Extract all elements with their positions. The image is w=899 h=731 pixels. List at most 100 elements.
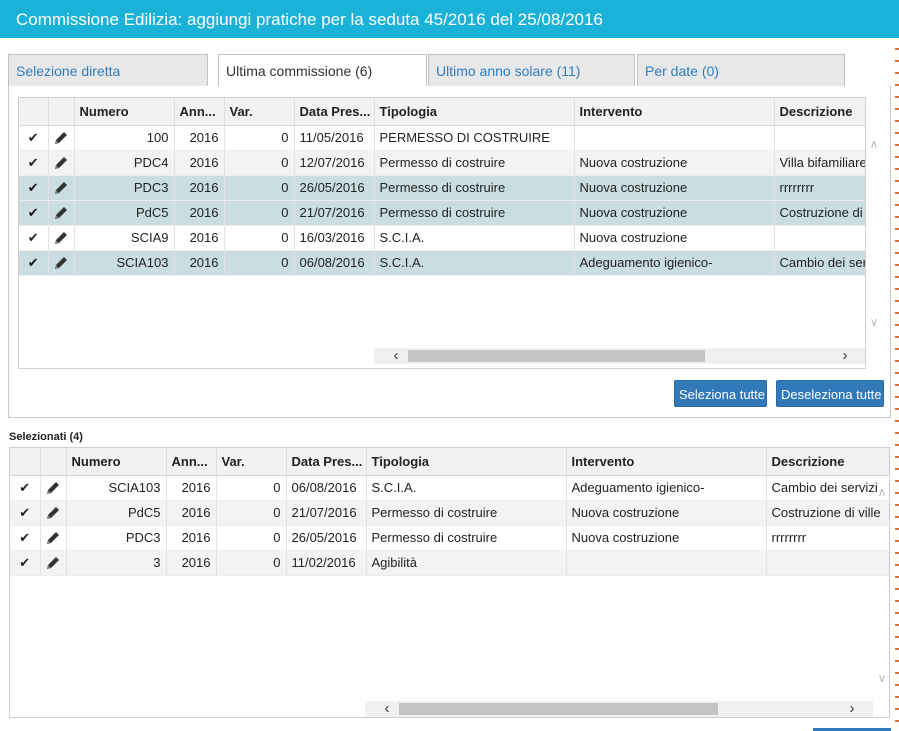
edit-column-header <box>48 98 75 126</box>
cell-descrizione: Costruzione di <box>774 200 865 226</box>
col-intervento[interactable]: Intervento <box>566 448 767 476</box>
deselect-all-button[interactable]: Deseleziona tutte <box>776 380 884 407</box>
check-icon[interactable]: ✔ <box>19 175 49 201</box>
pencil-icon[interactable] <box>40 550 67 576</box>
scroll-right-icon[interactable]: › <box>844 701 860 717</box>
pencil-icon[interactable] <box>40 525 67 551</box>
cell-var: 0 <box>224 250 295 276</box>
scroll-left-icon[interactable]: ‹ <box>388 348 404 364</box>
cell-numero: PDC3 <box>74 175 175 201</box>
cell-anno: 2016 <box>174 225 225 251</box>
table-row[interactable]: ✔ PdC5 2016 0 21/07/2016 Permesso di cos… <box>10 500 889 526</box>
scroll-thumb[interactable] <box>399 703 718 715</box>
scroll-up-icon[interactable]: ∧ <box>874 485 890 499</box>
cell-anno: 2016 <box>174 175 225 201</box>
tab-per-date[interactable]: Per date (0) <box>637 54 845 87</box>
cell-data: 11/05/2016 <box>294 125 375 151</box>
col-descrizione[interactable]: Descrizione <box>774 98 865 126</box>
col-anno[interactable]: Ann... <box>166 448 217 476</box>
pencil-icon[interactable] <box>40 500 67 526</box>
pencil-icon[interactable] <box>48 200 75 226</box>
check-icon[interactable]: ✔ <box>19 200 49 226</box>
cell-tipologia: S.C.I.A. <box>366 475 567 501</box>
cell-data: 21/07/2016 <box>294 200 375 226</box>
table-row[interactable]: ✔ 100 2016 0 11/05/2016 PERMESSO DI COST… <box>19 125 865 151</box>
table-row[interactable]: ✔ PDC4 2016 0 12/07/2016 Permesso di cos… <box>19 150 865 176</box>
cell-data: 12/07/2016 <box>294 150 375 176</box>
check-icon[interactable]: ✔ <box>19 125 49 151</box>
cell-numero: 100 <box>74 125 175 151</box>
col-numero[interactable]: Numero <box>66 448 167 476</box>
col-data[interactable]: Data Pres... <box>286 448 367 476</box>
cell-intervento: Nuova costruzione <box>574 200 775 226</box>
cell-var: 0 <box>216 475 287 501</box>
top-grid-vertical-scrollbar[interactable]: ∧ ∨ <box>866 125 882 345</box>
pencil-icon[interactable] <box>48 125 75 151</box>
select-column-header <box>19 98 49 126</box>
selected-grid-horizontal-scrollbar[interactable]: ‹ › <box>365 701 873 717</box>
cell-numero: PDC4 <box>74 150 175 176</box>
scroll-thumb[interactable] <box>408 350 705 362</box>
tab-selezione-diretta[interactable]: Selezione diretta <box>8 54 208 87</box>
cell-var: 0 <box>216 525 287 551</box>
cell-var: 0 <box>224 125 295 151</box>
check-icon[interactable]: ✔ <box>19 250 49 276</box>
table-row[interactable]: ✔ SCIA103 2016 0 06/08/2016 S.C.I.A. Ade… <box>10 475 889 501</box>
check-icon[interactable]: ✔ <box>19 225 49 251</box>
table-row[interactable]: ✔ PDC3 2016 0 26/05/2016 Permesso di cos… <box>19 175 865 201</box>
cell-intervento: Nuova costruzione <box>566 500 767 526</box>
table-row[interactable]: ✔ SCIA103 2016 0 06/08/2016 S.C.I.A. Ade… <box>19 250 865 276</box>
check-icon[interactable]: ✔ <box>19 150 49 176</box>
cell-anno: 2016 <box>174 250 225 276</box>
check-icon[interactable]: ✔ <box>10 550 41 576</box>
pencil-icon[interactable] <box>48 250 75 276</box>
cell-var: 0 <box>224 225 295 251</box>
cell-tipologia: S.C.I.A. <box>374 225 575 251</box>
window-title: Commissione Edilizia: aggiungi pratiche … <box>0 0 899 38</box>
table-row[interactable]: ✔ SCIA9 2016 0 16/03/2016 S.C.I.A. Nuova… <box>19 225 865 251</box>
scroll-down-icon[interactable]: ∨ <box>866 315 882 329</box>
tab-ultimo-anno-solare[interactable]: Ultimo anno solare (11) <box>428 54 635 87</box>
pencil-icon[interactable] <box>48 150 75 176</box>
scroll-up-icon[interactable]: ∧ <box>866 137 882 151</box>
cell-data: 06/08/2016 <box>286 475 367 501</box>
col-tipologia[interactable]: Tipologia <box>374 98 575 126</box>
cell-var: 0 <box>224 175 295 201</box>
table-row[interactable]: ✔ 3 2016 0 11/02/2016 Agibilità <box>10 550 889 576</box>
col-data[interactable]: Data Pres... <box>294 98 375 126</box>
col-intervento[interactable]: Intervento <box>574 98 775 126</box>
table-row[interactable]: ✔ PdC5 2016 0 21/07/2016 Permesso di cos… <box>19 200 865 226</box>
cell-data: 11/02/2016 <box>286 550 367 576</box>
cell-tipologia: Permesso di costruire <box>366 500 567 526</box>
cell-numero: SCIA103 <box>66 475 167 501</box>
col-anno[interactable]: Ann... <box>174 98 225 126</box>
select-all-button[interactable]: Seleziona tutte <box>674 380 767 407</box>
col-tipologia[interactable]: Tipologia <box>366 448 567 476</box>
cell-tipologia: PERMESSO DI COSTRUIRE <box>374 125 575 151</box>
cell-var: 0 <box>224 200 295 226</box>
cell-tipologia: S.C.I.A. <box>374 250 575 276</box>
top-grid-horizontal-scrollbar[interactable]: ‹ › <box>374 348 865 364</box>
selected-grid-vertical-scrollbar[interactable]: ∧ ∨ <box>874 475 890 690</box>
pencil-icon[interactable] <box>48 175 75 201</box>
cell-intervento <box>574 125 775 151</box>
check-icon[interactable]: ✔ <box>10 500 41 526</box>
col-var[interactable]: Var. <box>224 98 295 126</box>
scroll-left-icon[interactable]: ‹ <box>379 701 395 717</box>
check-icon[interactable]: ✔ <box>10 525 41 551</box>
check-icon[interactable]: ✔ <box>10 475 41 501</box>
scroll-right-icon[interactable]: › <box>837 348 853 364</box>
pencil-icon[interactable] <box>40 475 67 501</box>
pencil-icon[interactable] <box>48 225 75 251</box>
col-descrizione[interactable]: Descrizione <box>766 448 889 476</box>
table-row[interactable]: ✔ PDC3 2016 0 26/05/2016 Permesso di cos… <box>10 525 889 551</box>
col-numero[interactable]: Numero <box>74 98 175 126</box>
tab-ultima-commissione[interactable]: Ultima commissione (6) <box>218 54 427 88</box>
cell-numero: SCIA9 <box>74 225 175 251</box>
cell-anno: 2016 <box>174 150 225 176</box>
cell-descrizione: Cambio dei servizi <box>766 475 889 501</box>
cell-numero: PDC3 <box>66 525 167 551</box>
col-var[interactable]: Var. <box>216 448 287 476</box>
cell-anno: 2016 <box>174 200 225 226</box>
scroll-down-icon[interactable]: ∨ <box>874 671 890 685</box>
